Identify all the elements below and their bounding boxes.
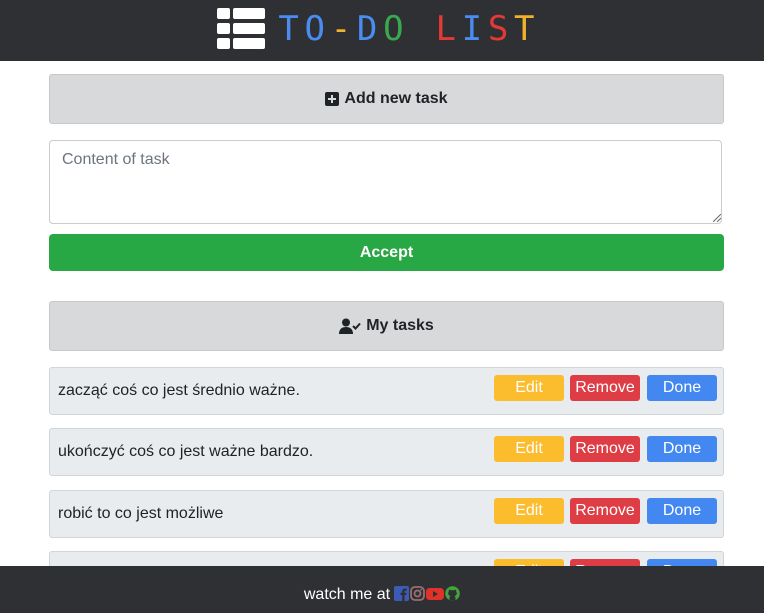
accept-button[interactable]: Accept xyxy=(49,234,724,271)
task-text: ukończyć coś co jest ważne bardzo. xyxy=(58,443,314,460)
task-text: robić to co jest możliwe xyxy=(58,505,224,522)
title-char: O xyxy=(383,9,409,49)
add-task-header[interactable]: Add new task xyxy=(49,74,724,124)
edit-button[interactable]: Edit xyxy=(494,375,564,401)
title-char: S xyxy=(487,9,514,49)
task-item: robić to co jest możliwe Edit Remove Don… xyxy=(49,490,724,538)
app-title: TO-DO LIST xyxy=(278,9,540,49)
title-char: L xyxy=(435,9,461,49)
done-button[interactable]: Done xyxy=(647,375,717,401)
youtube-icon[interactable] xyxy=(426,586,445,601)
add-task-header-label: Add new task xyxy=(344,90,448,107)
remove-button[interactable]: Remove xyxy=(570,498,640,524)
done-button[interactable]: Done xyxy=(647,498,717,524)
edit-button[interactable]: Edit xyxy=(494,498,564,524)
my-tasks-header: My tasks xyxy=(49,301,724,351)
task-item: ukończyć coś co jest ważne bardzo. Edit … xyxy=(49,428,724,476)
edit-button[interactable]: Edit xyxy=(494,436,564,462)
footer-label: watch me at xyxy=(303,585,391,603)
title-char: D xyxy=(356,9,383,49)
title-char: T xyxy=(278,9,304,49)
task-text: zacząć coś co jest średnio ważne. xyxy=(58,382,300,399)
plus-square-icon xyxy=(325,92,340,106)
list-icon xyxy=(217,8,265,49)
remove-button[interactable]: Remove xyxy=(570,436,640,462)
done-button[interactable]: Done xyxy=(647,436,717,462)
resize-handle-icon[interactable] xyxy=(713,214,721,222)
app-footer: watch me at xyxy=(0,566,764,613)
user-check-icon xyxy=(339,318,361,334)
remove-button[interactable]: Remove xyxy=(570,375,640,401)
facebook-icon[interactable] xyxy=(394,586,410,601)
title-char: O xyxy=(304,9,331,49)
title-char: - xyxy=(330,9,357,49)
title-char xyxy=(409,9,435,49)
task-content-input[interactable] xyxy=(49,140,722,224)
github-icon[interactable] xyxy=(445,586,460,601)
title-char: I xyxy=(461,9,488,49)
instagram-icon[interactable] xyxy=(410,586,426,601)
app-header: TO-DO LIST xyxy=(0,0,764,61)
social-links xyxy=(394,586,460,601)
title-char: T xyxy=(514,9,540,49)
my-tasks-header-label: My tasks xyxy=(366,317,434,334)
task-item: zacząć coś co jest średnio ważne. Edit R… xyxy=(49,367,724,415)
